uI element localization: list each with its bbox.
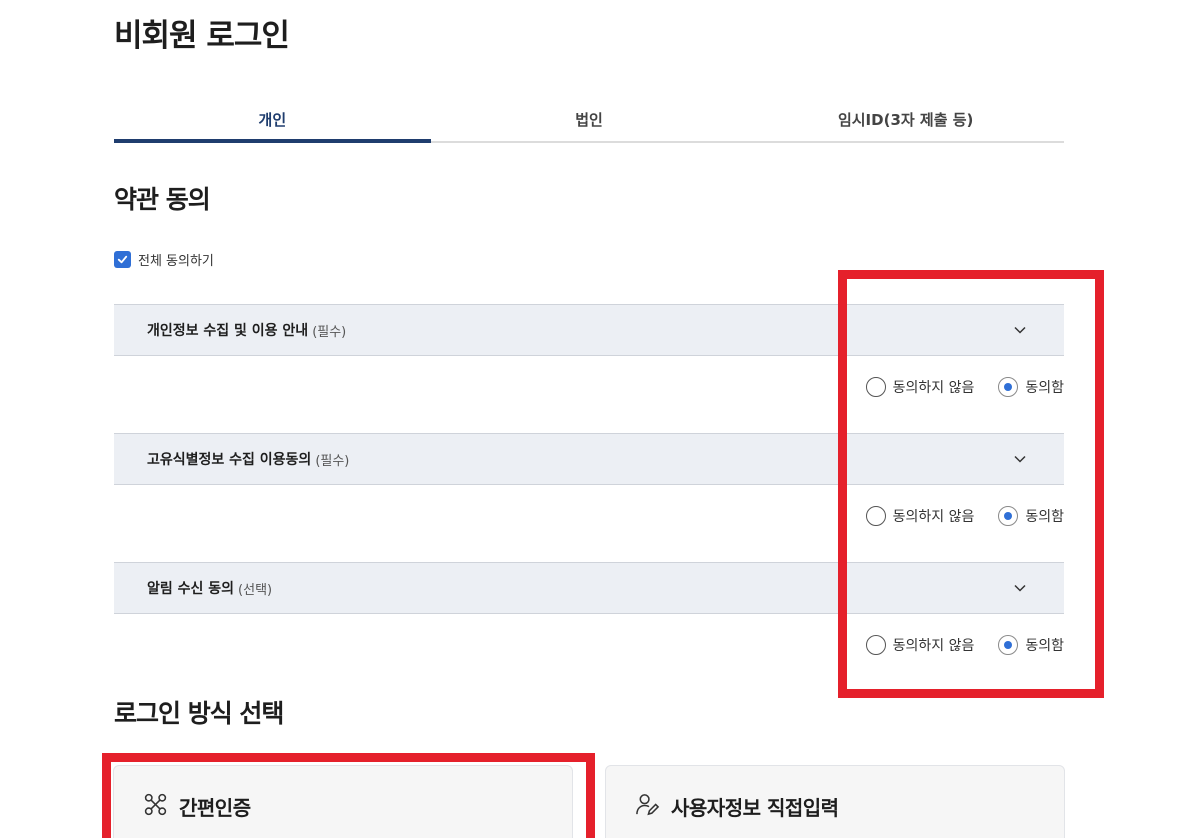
term-required-tag: (필수) [315,453,350,469]
term-consent-radio-group: 동의하지 않음 동의함 [865,377,1064,397]
chevron-down-icon[interactable] [1012,451,1028,467]
tab-corporate[interactable]: 법인 [431,100,748,141]
agree-radio[interactable]: 동의함 [998,506,1064,526]
radio-unchecked-icon[interactable] [865,377,886,397]
tab-temporary-id[interactable]: 임시ID(3자 제출 등) [747,100,1064,141]
tab-personal[interactable]: 개인 [114,100,431,143]
chevron-down-icon[interactable] [1012,580,1028,596]
term-optional-tag: (선택) [238,582,273,598]
simple-auth-card[interactable]: 간편인증 [113,765,573,838]
direct-input-card[interactable]: 사용자정보 직접입력 [605,765,1065,838]
disagree-label: 동의하지 않음 [892,509,975,525]
radio-unchecked-icon[interactable] [865,635,886,655]
all-agree-checkbox[interactable]: 전체 동의하기 [114,250,214,269]
term-title: 개인정보 수집 및 이용 안내 [147,323,309,339]
term-title: 고유식별정보 수집 이용동의 [147,452,312,468]
checkbox-checked-icon[interactable] [114,251,131,268]
page-title: 비회원 로그인 [114,18,290,54]
disagree-label: 동의하지 않음 [892,638,975,654]
disagree-label: 동의하지 않음 [892,380,975,396]
term-accordion-privacy[interactable]: 개인정보 수집 및 이용 안내 (필수) [114,304,1064,356]
term-title: 알림 수신 동의 [147,581,235,597]
radio-checked-icon[interactable] [998,635,1019,655]
all-agree-label: 전체 동의하기 [138,254,214,269]
agree-label: 동의함 [1025,380,1064,396]
radio-checked-icon[interactable] [998,506,1019,526]
term-accordion-unique-id[interactable]: 고유식별정보 수집 이용동의 (필수) [114,433,1064,485]
term-consent-radio-group: 동의하지 않음 동의함 [865,506,1064,526]
simple-auth-icon [144,793,167,816]
agree-radio[interactable]: 동의함 [998,635,1064,655]
chevron-down-icon[interactable] [1012,322,1028,338]
agree-label: 동의함 [1025,638,1064,654]
term-consent-radio-group: 동의하지 않음 동의함 [865,635,1064,655]
terms-section-title: 약관 동의 [114,185,211,214]
term-accordion-notification[interactable]: 알림 수신 동의 (선택) [114,562,1064,614]
radio-unchecked-icon[interactable] [865,506,886,526]
simple-auth-label: 간편인증 [179,796,251,820]
login-method-section-title: 로그인 방식 선택 [114,699,284,728]
user-edit-icon [636,794,660,816]
login-type-tabs: 개인 법인 임시ID(3자 제출 등) [114,100,1064,143]
direct-input-label: 사용자정보 직접입력 [671,796,839,820]
agree-radio[interactable]: 동의함 [998,377,1064,397]
radio-checked-icon[interactable] [998,377,1019,397]
disagree-radio[interactable]: 동의하지 않음 [865,635,975,655]
term-required-tag: (필수) [312,324,347,340]
disagree-radio[interactable]: 동의하지 않음 [865,506,975,526]
agree-label: 동의함 [1025,509,1064,525]
disagree-radio[interactable]: 동의하지 않음 [865,377,975,397]
